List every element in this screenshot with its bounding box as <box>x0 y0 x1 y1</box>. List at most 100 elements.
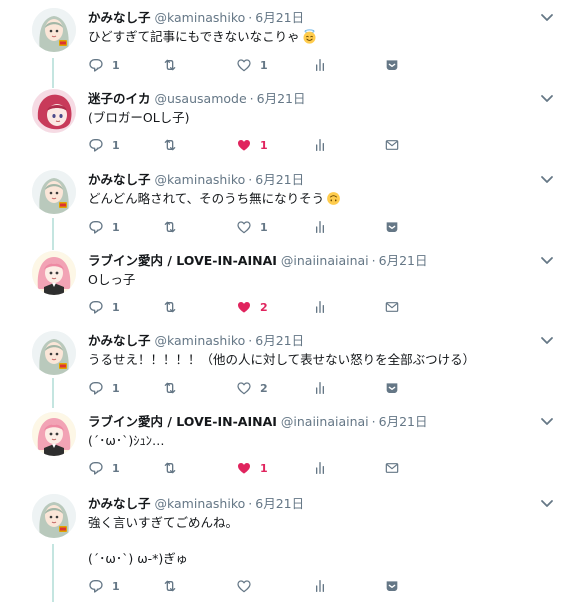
reply-count: 1 <box>112 138 120 152</box>
dm-icon <box>384 578 400 594</box>
timestamp[interactable]: 6月21日 <box>255 496 304 511</box>
analytics-button[interactable] <box>312 136 328 154</box>
retweet-button[interactable] <box>162 136 178 154</box>
dm-button[interactable] <box>384 577 400 595</box>
like-button[interactable]: 1 <box>236 218 268 236</box>
reply-button[interactable]: 1 <box>88 298 120 316</box>
timestamp[interactable]: 6月21日 <box>257 91 306 106</box>
analytics-icon <box>312 57 328 73</box>
tweet-header: ラブイン愛内 / LOVE-IN-AINAI @inaiinaiainai · 6月… <box>88 253 428 268</box>
display-name[interactable]: 迷子のイカ <box>88 91 151 106</box>
kaminashiko-avatar[interactable] <box>32 494 76 538</box>
timestamp[interactable]: 6月21日 <box>255 10 304 25</box>
retweet-icon <box>162 299 178 315</box>
reply-icon <box>88 219 104 235</box>
kaminashiko-avatar[interactable] <box>32 8 76 52</box>
analytics-icon <box>312 380 328 396</box>
timestamp[interactable]: 6月21日 <box>379 253 428 268</box>
like-button[interactable]: 1 <box>236 56 268 74</box>
like-button[interactable]: 1 <box>236 459 268 477</box>
timestamp[interactable]: 6月21日 <box>255 333 304 348</box>
display-name[interactable]: ラブイン愛内 / LOVE-IN-AINAI <box>88 253 277 268</box>
user-handle[interactable]: @kaminashiko <box>155 10 246 25</box>
like-button[interactable]: 2 <box>236 379 268 397</box>
dm-button[interactable] <box>384 379 400 397</box>
analytics-button[interactable] <box>312 56 328 74</box>
tweet[interactable]: かみなし子 @kaminashiko · 6月21日 うるせえ！！！！！（他の人に対… <box>0 331 568 403</box>
tweet-header: ラブイン愛内 / LOVE-IN-AINAI @inaiinaiainai · 6月… <box>88 414 428 429</box>
tweet-text: 強く言いすぎてごめんね。 (´･ω･`) ω-*)ぎゅ <box>88 515 239 566</box>
reply-count: 1 <box>112 220 120 234</box>
tweet-text: (´･ω･`)ｼｭﾝ… <box>88 433 165 448</box>
tweet[interactable]: 迷子のイカ @usausamode · 6月21日 (ブロガーOLし子) 1 1 <box>0 89 568 161</box>
reply-button[interactable]: 1 <box>88 136 120 154</box>
chevron-down-icon[interactable] <box>540 417 554 427</box>
dm-button[interactable] <box>384 218 400 236</box>
tweet-text: Oしっ子 <box>88 272 136 287</box>
inaiinaiainai-avatar[interactable] <box>32 251 76 295</box>
reply-button[interactable]: 1 <box>88 459 120 477</box>
tweet[interactable]: ラブイン愛内 / LOVE-IN-AINAI @inaiinaiainai · 6月… <box>0 251 568 323</box>
tweet-header: 迷子のイカ @usausamode · 6月21日 <box>88 91 306 106</box>
display-name[interactable]: かみなし子 <box>88 333 151 348</box>
analytics-button[interactable] <box>312 379 328 397</box>
tweet[interactable]: かみなし子 @kaminashiko · 6月21日 強く言いすぎてごめんね。 (´… <box>0 494 568 600</box>
kaminashiko-avatar[interactable] <box>32 170 76 214</box>
like-button[interactable] <box>236 577 252 595</box>
retweet-button[interactable] <box>162 298 178 316</box>
mail-button[interactable] <box>384 459 400 477</box>
user-handle[interactable]: @kaminashiko <box>155 172 246 187</box>
chevron-down-icon[interactable] <box>540 499 554 509</box>
analytics-button[interactable] <box>312 459 328 477</box>
user-handle[interactable]: @usausamode <box>155 91 247 106</box>
mail-icon <box>384 137 400 153</box>
retweet-icon <box>162 219 178 235</box>
retweet-button[interactable] <box>162 218 178 236</box>
retweet-button[interactable] <box>162 577 178 595</box>
retweet-icon <box>162 578 178 594</box>
heart-filled-icon <box>236 299 252 315</box>
tweet-header: かみなし子 @kaminashiko · 6月21日 <box>88 172 305 187</box>
display-name[interactable]: ラブイン愛内 / LOVE-IN-AINAI <box>88 414 277 429</box>
chevron-down-icon[interactable] <box>540 94 554 104</box>
tweet[interactable]: ラブイン愛内 / LOVE-IN-AINAI @inaiinaiainai · 6月… <box>0 412 568 484</box>
dm-icon <box>384 380 400 396</box>
reply-button[interactable]: 1 <box>88 379 120 397</box>
like-button[interactable]: 2 <box>236 298 268 316</box>
reply-button[interactable]: 1 <box>88 577 120 595</box>
heart-icon <box>236 380 252 396</box>
reply-button[interactable]: 1 <box>88 56 120 74</box>
analytics-button[interactable] <box>312 218 328 236</box>
chevron-down-icon[interactable] <box>540 336 554 346</box>
user-handle[interactable]: @kaminashiko <box>155 333 246 348</box>
user-handle[interactable]: @inaiinaiainai <box>281 253 369 268</box>
inaiinaiainai-avatar[interactable] <box>32 412 76 456</box>
usausamode-avatar[interactable] <box>32 89 76 133</box>
reply-icon <box>88 380 104 396</box>
display-name[interactable]: かみなし子 <box>88 172 151 187</box>
chevron-down-icon[interactable] <box>540 175 554 185</box>
dm-button[interactable] <box>384 56 400 74</box>
chevron-down-icon[interactable] <box>540 256 554 266</box>
kaminashiko-avatar[interactable] <box>32 331 76 375</box>
retweet-button[interactable] <box>162 379 178 397</box>
mail-button[interactable] <box>384 298 400 316</box>
user-handle[interactable]: @kaminashiko <box>155 496 246 511</box>
tweet-text: ひどすぎて記事にもできないなこりゃ <box>88 28 317 46</box>
timestamp[interactable]: 6月21日 <box>255 172 304 187</box>
user-handle[interactable]: @inaiinaiainai <box>281 414 369 429</box>
display-name[interactable]: かみなし子 <box>88 496 151 511</box>
display-name[interactable]: かみなし子 <box>88 10 151 25</box>
retweet-button[interactable] <box>162 56 178 74</box>
timestamp[interactable]: 6月21日 <box>379 414 428 429</box>
analytics-button[interactable] <box>312 298 328 316</box>
chevron-down-icon[interactable] <box>540 13 554 23</box>
reply-button[interactable]: 1 <box>88 218 120 236</box>
tweet-header: かみなし子 @kaminashiko · 6月21日 <box>88 10 305 25</box>
analytics-button[interactable] <box>312 577 328 595</box>
mail-button[interactable] <box>384 136 400 154</box>
tweet[interactable]: かみなし子 @kaminashiko · 6月21日 どんどん略されて、そのうち無に… <box>0 170 568 242</box>
tweet[interactable]: かみなし子 @kaminashiko · 6月21日 ひどすぎて記事にもできないなこ… <box>0 8 568 80</box>
retweet-button[interactable] <box>162 459 178 477</box>
like-button[interactable]: 1 <box>236 136 268 154</box>
